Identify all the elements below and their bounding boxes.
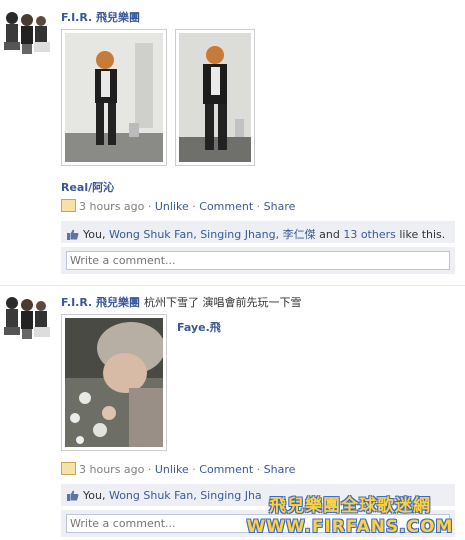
photo-thumbnail-2[interactable] — [175, 29, 255, 166]
photo-caption[interactable]: Faye.飛 — [177, 319, 221, 335]
comment-link[interactable]: Comment — [199, 200, 253, 213]
author-name[interactable]: F.I.R. 飛兒樂團 — [61, 11, 140, 24]
photo-thumbnail-1[interactable] — [61, 29, 167, 166]
liker-link[interactable]: Wong Shuk Fan, — [109, 489, 197, 502]
photo-caption[interactable]: Real/阿沁 — [61, 179, 114, 195]
unlike-link[interactable]: Unlike — [155, 463, 189, 476]
post-author[interactable]: F.I.R. 飛兒樂團 — [61, 9, 140, 25]
post-divider — [0, 285, 465, 286]
post-timestamp[interactable]: 3 hours ago — [79, 463, 144, 476]
likes-bar: You, Wong Shuk Fan, Singing Jhang, 李仁傑 a… — [61, 221, 455, 243]
likes-and: and — [319, 228, 340, 241]
author-name[interactable]: F.I.R. 飛兒樂團 — [61, 296, 140, 309]
photo-thumbnail-3[interactable] — [61, 314, 167, 451]
likes-suffix: like this. — [399, 228, 446, 241]
thumbs-up-icon — [67, 490, 79, 501]
page-avatar[interactable] — [0, 291, 52, 343]
post-timestamp[interactable]: 3 hours ago — [79, 200, 144, 213]
watermark-line-2: WWW.FIRFANS.COM — [246, 517, 454, 537]
photo-image — [179, 33, 251, 162]
post-meta: 3 hours ago · Unlike · Comment · Share — [61, 199, 295, 213]
likes-you: You, — [83, 228, 106, 241]
share-link[interactable]: Share — [264, 463, 296, 476]
photo-image — [65, 33, 163, 162]
post-author[interactable]: F.I.R. 飛兒樂團 杭州下雪了 演唱會前先玩一下雪 — [61, 294, 302, 310]
likes-others-link[interactable]: 13 others — [343, 228, 396, 241]
app-icon — [61, 199, 76, 212]
post-meta: 3 hours ago · Unlike · Comment · Share — [61, 462, 295, 476]
comment-input[interactable] — [66, 251, 450, 270]
liker-link[interactable]: Singing Jhang, — [200, 228, 279, 241]
liker-link[interactable]: 李仁傑 — [283, 228, 316, 241]
thumbs-up-icon — [67, 229, 79, 240]
caption-text[interactable]: Faye.飛 — [177, 321, 221, 334]
share-link[interactable]: Share — [264, 200, 296, 213]
caption-text[interactable]: Real/阿沁 — [61, 181, 114, 194]
liker-link[interactable]: Wong Shuk Fan, — [109, 228, 197, 241]
comment-area — [61, 247, 455, 274]
status-text: 杭州下雪了 演唱會前先玩一下雪 — [144, 296, 302, 309]
watermark-line-1: 飛兒樂團全球歌迷網 — [269, 496, 431, 516]
photo-image — [65, 318, 163, 447]
app-icon — [61, 462, 76, 475]
site-watermark: 飛兒樂團全球歌迷網 WWW.FIRFANS.COM — [238, 491, 462, 537]
comment-link[interactable]: Comment — [199, 463, 253, 476]
likes-you: You, — [83, 489, 106, 502]
unlike-link[interactable]: Unlike — [155, 200, 189, 213]
page-avatar[interactable] — [0, 6, 52, 58]
